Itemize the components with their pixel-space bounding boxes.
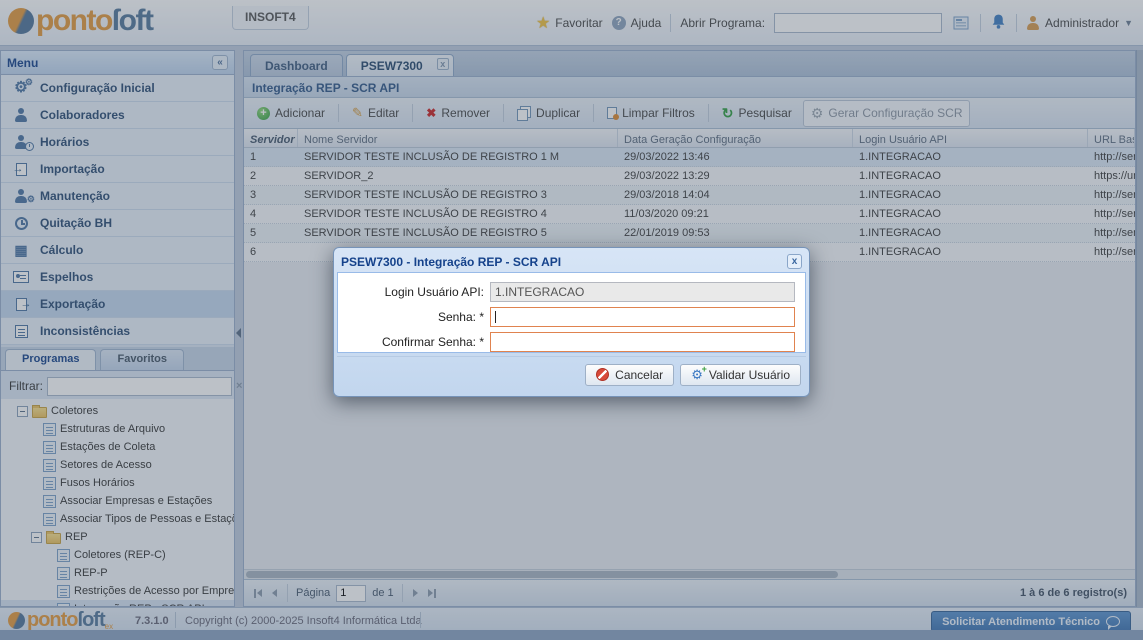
- text-caret: [495, 311, 496, 323]
- dialog-footer: Cancelar ⚙ Validar Usuário: [337, 356, 806, 392]
- cancel-icon: [596, 368, 609, 381]
- cancel-button[interactable]: Cancelar: [585, 364, 674, 386]
- dialog-title: PSEW7300 - Integração REP - SCR API: [341, 255, 561, 269]
- confirmar-senha-label: Confirmar Senha: *: [338, 335, 490, 349]
- senha-label: Senha: *: [338, 310, 490, 324]
- form-row: Confirmar Senha: *: [338, 332, 805, 352]
- login-usuario-api-label: Login Usuário API:: [338, 285, 490, 299]
- validate-user-dialog: PSEW7300 - Integração REP - SCR API x Lo…: [333, 247, 810, 397]
- confirmar-senha-field[interactable]: [490, 332, 795, 352]
- senha-field[interactable]: [490, 307, 795, 327]
- form-row: Login Usuário API:: [338, 282, 805, 302]
- dialog-body: Login Usuário API: Senha: * Confirmar Se…: [337, 272, 806, 353]
- login-usuario-api-field: [490, 282, 795, 302]
- validate-user-button[interactable]: ⚙ Validar Usuário: [680, 364, 801, 386]
- dialog-titlebar[interactable]: PSEW7300 - Integração REP - SCR API x: [337, 251, 806, 272]
- validate-user-icon: ⚙: [691, 368, 703, 381]
- form-row: Senha: *: [338, 307, 805, 327]
- close-icon[interactable]: x: [787, 254, 802, 269]
- app-window: pontoſoft INSOFT4 ★ Favoritar ? Ajuda Ab…: [0, 0, 1143, 640]
